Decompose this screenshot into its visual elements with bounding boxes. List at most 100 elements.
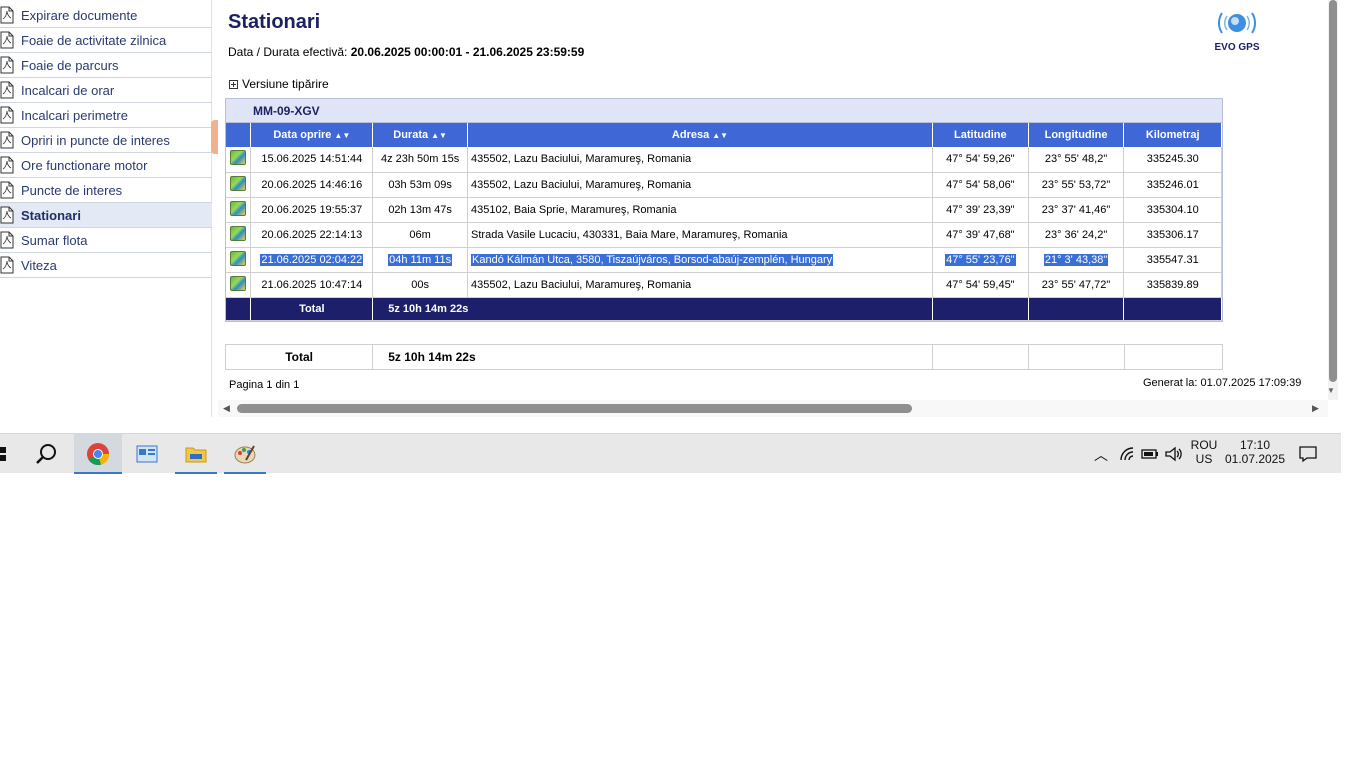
table-row[interactable]: 20.06.2025 19:55:37 02h 13m 47s 435102, Ba… [226, 197, 1222, 223]
map-cell [226, 197, 252, 223]
reports-sidebar: Expirare documente Foaie de activitate z… [0, 0, 212, 417]
search-button[interactable] [30, 434, 64, 474]
pdf-icon [0, 106, 14, 124]
scroll-right-arrow-icon[interactable]: ▶ [1312, 403, 1319, 414]
table-row[interactable]: 21.06.2025 02:04:22 04h 11m 11s Kandó Kálm… [226, 247, 1222, 273]
pdf-icon [0, 181, 14, 199]
stop-date: 21.06.2025 10:47:14 [261, 278, 363, 291]
taskbar-chrome[interactable] [74, 434, 122, 474]
sidebar-item-ore-functionare-motor[interactable]: Ore functionare motor [0, 153, 212, 178]
stop-date: 20.06.2025 22:14:13 [261, 228, 363, 241]
pagination-info: Pagina 1 din 1 [229, 379, 300, 391]
vertical-scroll-thumb[interactable] [1329, 0, 1337, 382]
chevron-up-icon[interactable]: ︿ [1094, 445, 1108, 465]
sidebar-collapse-handle[interactable] [211, 120, 218, 154]
network-icon[interactable] [1119, 446, 1135, 462]
map-icon[interactable] [230, 150, 247, 166]
table-row[interactable]: 21.06.2025 10:47:14 00s 435502, Lazu Baciu… [226, 272, 1222, 298]
paint-icon [234, 445, 256, 464]
map-cell [226, 172, 252, 198]
map-icon[interactable] [230, 225, 247, 241]
clock[interactable]: 17:10 01.07.2025 [1224, 438, 1286, 466]
scroll-down-arrow-icon[interactable]: ▼ [1327, 386, 1335, 395]
logo-text: EVO GPS [1214, 42, 1260, 53]
taskbar-control-panel[interactable] [125, 434, 169, 474]
notification-center-icon[interactable] [1299, 445, 1317, 463]
generated-timestamp: Generat la: 01.07.2025 17:09:39 [1143, 377, 1302, 389]
report-panel: Stationari Data / Durata efectivă: 20.06… [218, 0, 1328, 400]
sidebar-item-puncte-interes[interactable]: Puncte de interes [0, 178, 212, 203]
windows-taskbar: ︿ ROU US 17:10 01.07.2025 [0, 433, 1341, 474]
chrome-icon [87, 443, 110, 466]
stop-duration: 03h 53m 09s [388, 178, 452, 191]
pdf-icon [0, 6, 14, 24]
vertical-scrollbar[interactable] [1328, 0, 1338, 400]
stop-address: 435502, Lazu Baciului, Maramureş, Romani… [471, 178, 692, 191]
column-header-km: Kilometraj [1123, 123, 1222, 147]
sidebar-item-label: Opriri in puncte de interes [21, 132, 170, 148]
map-icon[interactable] [230, 175, 247, 191]
sidebar-item-opriri-puncte-interes[interactable]: Opriri in puncte de interes [0, 128, 212, 153]
sidebar-item-incalcari-perimetre[interactable]: Incalcari perimetre [0, 103, 212, 128]
table-row[interactable]: 20.06.2025 14:46:16 03h 53m 09s 435502, La… [226, 172, 1222, 198]
stop-km: 335245.30 [1146, 153, 1199, 166]
taskbar-file-explorer[interactable] [175, 434, 217, 474]
sidebar-item-sumar-flota[interactable]: Sumar flota [0, 228, 212, 253]
stop-latitude: 47° 54' 59,26" [946, 153, 1015, 166]
pdf-icon [0, 31, 14, 49]
column-header-latitude: Latitudine [932, 123, 1029, 147]
search-icon [36, 444, 56, 464]
map-icon[interactable] [230, 275, 247, 291]
windows-start-icon [0, 447, 8, 461]
sidebar-item-incalcari-orar[interactable]: Incalcari de orar [0, 78, 212, 103]
vehicle-plate: MM-09-XGV [226, 99, 1222, 123]
stop-address: 435102, Baia Sprie, Maramureş, Romania [471, 203, 677, 216]
horizontal-scroll-thumb[interactable] [237, 404, 912, 413]
scroll-left-arrow-icon[interactable]: ◀ [223, 403, 230, 414]
table-row[interactable]: 20.06.2025 22:14:13 06m Strada Vasile Luca… [226, 222, 1222, 248]
battery-icon[interactable] [1141, 447, 1159, 461]
taskbar-paint[interactable] [224, 434, 266, 474]
sidebar-item-label: Stationari [21, 207, 81, 223]
stop-longitude: 21° 3' 43,38" [1043, 253, 1109, 266]
sort-icon: ▲▼ [431, 130, 447, 140]
sidebar-item-foaie-activitate[interactable]: Foaie de activitate zilnica [0, 28, 212, 53]
stop-longitude: 23° 37' 41,46" [1041, 203, 1111, 216]
sidebar-item-label: Incalcari perimetre [21, 107, 128, 123]
stop-duration: 00s [411, 278, 429, 291]
sidebar-item-stationari[interactable]: Stationari [0, 203, 212, 228]
stop-longitude: 23° 55' 48,2" [1044, 153, 1108, 166]
table-body: 15.06.2025 14:51:44 4z 23h 50m 15s 435502,… [226, 147, 1222, 321]
stop-date: 20.06.2025 19:55:37 [261, 203, 363, 216]
sidebar-item-foaie-parcurs[interactable]: Foaie de parcurs [0, 53, 212, 78]
stop-km: 335246.01 [1146, 178, 1199, 191]
table-row[interactable]: 15.06.2025 14:51:44 4z 23h 50m 15s 435502,… [226, 147, 1222, 173]
language-indicator[interactable]: ROU US [1189, 438, 1219, 466]
map-icon[interactable] [230, 200, 247, 216]
pdf-icon [0, 231, 14, 249]
sidebar-item-viteza[interactable]: Viteza [0, 253, 212, 278]
column-header-address[interactable]: Adresa ▲▼ [467, 123, 933, 147]
map-icon[interactable] [230, 250, 247, 266]
sidebar-item-label: Viteza [21, 257, 57, 273]
sidebar-item-label: Foaie de activitate zilnica [21, 32, 167, 48]
start-button[interactable] [0, 434, 10, 474]
stop-km: 335304.10 [1146, 203, 1199, 216]
stop-km: 335839.89 [1146, 278, 1199, 291]
grand-total-row: Total 5z 10h 14m 22s [226, 345, 1222, 369]
volume-icon[interactable] [1165, 446, 1183, 462]
map-column-header [226, 123, 252, 147]
sidebar-item-expirare-documente[interactable]: Expirare documente [0, 3, 212, 28]
stop-longitude: 23° 55' 53,72" [1041, 178, 1111, 191]
stop-date: 15.06.2025 14:51:44 [261, 153, 363, 166]
file-explorer-icon [185, 447, 207, 463]
column-header-date[interactable]: Data oprire ▲▼ [250, 123, 374, 147]
stops-table: Data oprire ▲▼ Durata ▲▼ Adresa ▲▼ Latitudi… [226, 123, 1222, 321]
pdf-icon [0, 81, 14, 99]
total-value: 5z 10h 14m 22s [372, 297, 933, 321]
column-header-duration[interactable]: Durata ▲▼ [372, 123, 469, 147]
grand-total-box: Total 5z 10h 14m 22s [225, 344, 1223, 370]
print-version-toggle[interactable]: Versiune tipărire [229, 77, 329, 91]
horizontal-scrollbar[interactable]: ◀ ▶ [218, 400, 1328, 417]
sidebar-item-label: Ore functionare motor [21, 157, 148, 173]
